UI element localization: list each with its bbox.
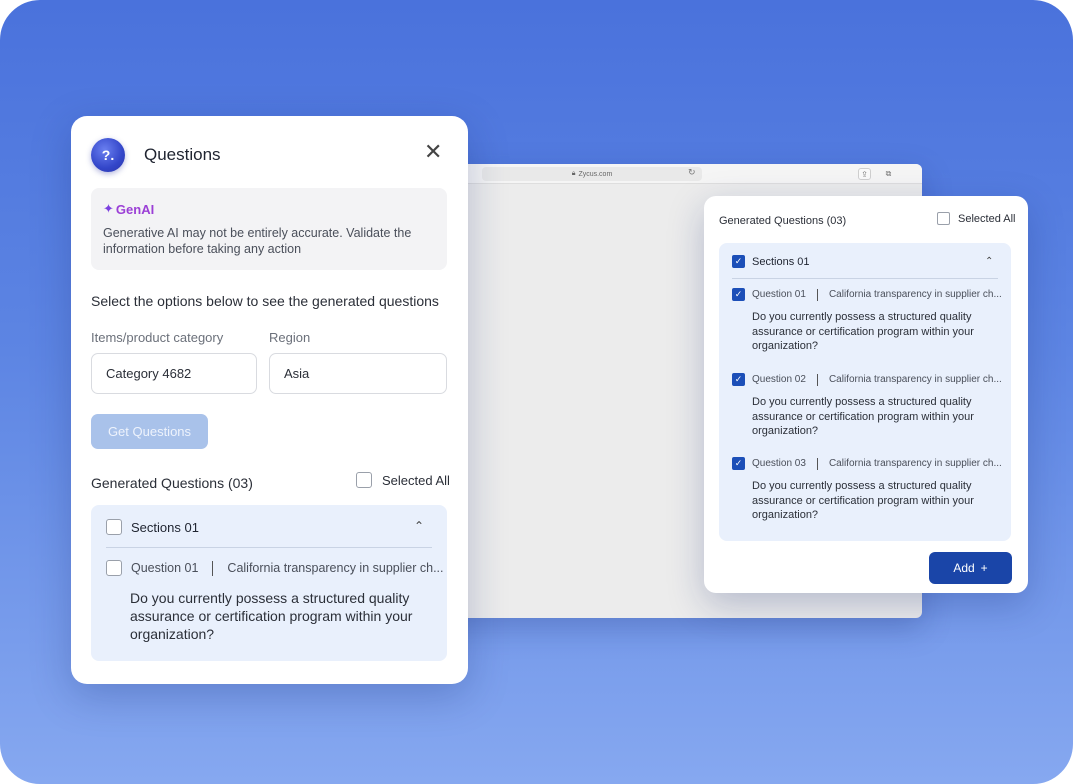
panel-question-row[interactable]: ✓ Question 03 California transparency in…	[732, 457, 1002, 470]
panel-question-checkbox[interactable]: ✓	[732, 457, 745, 470]
panel-question-checkbox[interactable]: ✓	[732, 373, 745, 386]
section-checkbox[interactable]	[106, 519, 122, 535]
select-all-label: Selected All	[382, 472, 450, 488]
question-separator	[816, 457, 818, 470]
panel-question-text: Do you currently possess a structured qu…	[752, 480, 974, 521]
panel-select-all-label: Selected All	[958, 212, 1016, 225]
questions-dialog: ?. Questions ✕ ✦ GenAI Generative AI may…	[71, 116, 468, 684]
select-all-toggle[interactable]: Selected All	[356, 472, 450, 488]
address-text: Zycus.com	[578, 170, 613, 178]
question-separator	[816, 288, 818, 301]
chevron-up-icon[interactable]: ⌃	[985, 256, 993, 267]
region-label: Region	[269, 330, 311, 345]
region-select[interactable]: Asia	[269, 353, 447, 394]
tabs-icon[interactable]: ⧉	[882, 168, 895, 180]
question-number: Question 03	[752, 458, 806, 469]
category-label: Items/product category	[91, 330, 224, 345]
panel-question-text: Do you currently possess a structured qu…	[752, 396, 974, 437]
section-header[interactable]: Sections 01	[106, 519, 199, 535]
panel-question-checkbox[interactable]: ✓	[732, 288, 745, 301]
lock-icon: 🔒︎	[571, 170, 576, 177]
select-all-checkbox[interactable]	[356, 472, 372, 488]
get-questions-button[interactable]: Get Questions	[91, 414, 208, 449]
share-icon[interactable]: ⇪	[858, 168, 871, 180]
panel-question-text: Do you currently possess a structured qu…	[752, 311, 974, 352]
category-select[interactable]: Category 4682	[91, 353, 257, 394]
panel-section-card: ✓ Sections 01 ⌃ ✓ Question 01 California…	[719, 243, 1011, 541]
question-number: Question 02	[752, 374, 806, 385]
panel-section-header[interactable]: ✓ Sections 01	[732, 255, 809, 268]
question-number: Question 01	[752, 289, 806, 300]
question-separator	[212, 560, 214, 576]
instructions-text: Select the options below to see the gene…	[91, 293, 439, 309]
question-text: Do you currently possess a structured qu…	[130, 590, 413, 642]
question-number: Question 01	[131, 561, 199, 575]
add-button[interactable]: Add +	[929, 552, 1012, 584]
panel-question-row[interactable]: ✓ Question 02 California transparency in…	[732, 373, 1002, 386]
question-category: California transparency in supplier ch..…	[227, 561, 444, 575]
generated-questions-title: Generated Questions (03)	[91, 475, 253, 491]
question-avatar-icon: ?.	[91, 138, 125, 172]
reload-icon[interactable]: ↻	[688, 167, 696, 178]
dialog-title: Questions	[144, 145, 221, 164]
avatar-glyph: ?.	[101, 147, 115, 163]
sparkle-icon: ✦	[103, 201, 114, 216]
browser-toolbar: 🔒︎ Zycus.com ↻ ⇪ ⧉	[392, 164, 922, 184]
genai-disclaimer-text: Generative AI may not be entirely accura…	[103, 226, 412, 256]
panel-question-row[interactable]: ✓ Question 01 California transparency in…	[732, 288, 1002, 301]
question-category: California transparency in supplier ch..…	[828, 458, 1002, 469]
section-divider	[106, 547, 432, 548]
region-value: Asia	[284, 366, 310, 381]
generated-panel-title: Generated Questions (03)	[719, 215, 847, 227]
panel-section-title: Sections 01	[752, 255, 810, 268]
question-row[interactable]: Question 01 California transparency in s…	[106, 560, 444, 576]
genai-disclaimer: ✦ GenAI Generative AI may not be entirel…	[91, 188, 447, 270]
question-separator	[816, 373, 818, 386]
section-title: Sections 01	[131, 519, 199, 535]
question-category: California transparency in supplier ch..…	[828, 289, 1002, 300]
background-stage: 🔒︎ Zycus.com ↻ ⇪ ⧉ ?. Questions ✕ ✦ GenA…	[0, 0, 1073, 784]
panel-select-all-toggle[interactable]: Selected All	[937, 212, 1015, 225]
address-bar[interactable]: 🔒︎ Zycus.com	[482, 167, 702, 181]
genai-heading: ✦ GenAI	[103, 201, 154, 217]
chevron-up-icon[interactable]: ⌃	[414, 519, 424, 533]
panel-select-all-checkbox[interactable]	[937, 212, 950, 225]
panel-section-checkbox[interactable]: ✓	[732, 255, 745, 268]
genai-label: GenAI	[115, 201, 155, 217]
question-checkbox[interactable]	[106, 560, 122, 576]
panel-section-divider	[732, 278, 998, 279]
section-card: Sections 01 ⌃ Question 01 California tra…	[91, 505, 447, 661]
plus-icon: +	[980, 561, 988, 575]
close-icon[interactable]: ✕	[424, 141, 442, 163]
add-button-label: Add	[953, 561, 975, 575]
generated-questions-panel: Generated Questions (03) Selected All ✓ …	[704, 196, 1028, 593]
category-value: Category 4682	[106, 366, 192, 381]
question-category: California transparency in supplier ch..…	[828, 374, 1002, 385]
